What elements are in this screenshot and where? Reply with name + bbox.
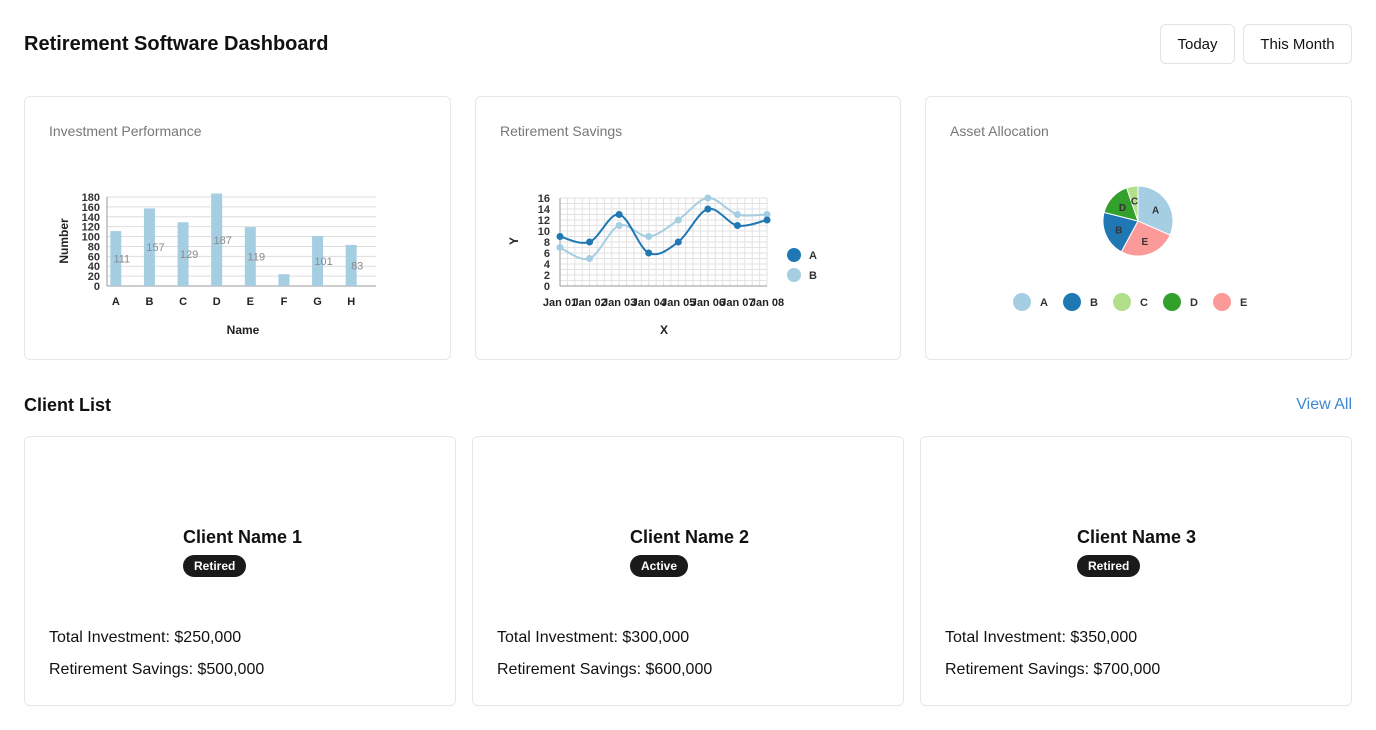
legend-label: B <box>809 270 817 282</box>
client-card[interactable]: Client Name 3 Retired Total Investment: … <box>920 436 1352 706</box>
data-point <box>615 211 623 218</box>
retirement-savings: Retirement Savings: $600,000 <box>497 661 713 678</box>
data-point <box>704 205 712 213</box>
x-tick-label: H <box>347 296 355 308</box>
x-tick-label: F <box>281 296 288 308</box>
pie-slice-label: B <box>1115 225 1122 236</box>
legend-swatch <box>787 268 801 282</box>
y-tick-label: 6 <box>544 248 550 260</box>
client-card[interactable]: Client Name 1 Retired Total Investment: … <box>24 436 456 706</box>
bar-data-label: 83 <box>351 260 363 272</box>
legend-swatch <box>787 248 801 262</box>
legend-swatch <box>1013 293 1031 311</box>
pie-slice-label: E <box>1141 237 1148 248</box>
data-point <box>645 233 653 240</box>
client-name: Client Name 1 <box>183 527 303 547</box>
bar-data-label: 111 <box>113 254 130 266</box>
bar-data-label: 129 <box>180 249 198 261</box>
view-all-link[interactable]: View All <box>1296 396 1352 414</box>
client-list-title: Client List <box>24 395 112 415</box>
client-name: Client Name 3 <box>1077 527 1197 547</box>
data-point <box>645 249 653 257</box>
data-point <box>674 216 682 224</box>
allocation-pie-chart: AEBDCA B C D E <box>1013 185 1247 311</box>
data-point <box>674 238 682 246</box>
x-axis-title: X <box>660 323 668 337</box>
data-point <box>763 216 771 224</box>
x-tick-label: E <box>247 296 254 308</box>
bar-data-label: 157 <box>146 242 164 254</box>
investment-bar-chart: 020406080100120140160180A111B157C129D187… <box>57 192 376 337</box>
y-axis-title: Number <box>57 218 71 264</box>
today-button[interactable]: Today <box>1160 24 1235 64</box>
client-card[interactable]: Client Name 2 Active Total Investment: $… <box>472 436 904 706</box>
x-tick-label: B <box>145 296 153 308</box>
legend-label: B <box>1090 297 1098 309</box>
dashboard-header: Retirement Software Dashboard Today This… <box>24 24 1352 64</box>
data-point <box>733 222 741 229</box>
data-point <box>556 233 564 240</box>
total-investment: Total Investment: $350,000 <box>945 629 1138 646</box>
x-tick-label: C <box>179 296 187 308</box>
page-title: Retirement Software Dashboard <box>24 33 329 55</box>
savings-line-chart: 0246810121416Jan 01Jan 02Jan 03Jan 04Jan… <box>507 193 817 337</box>
data-point <box>586 238 594 246</box>
y-tick-label: 8 <box>544 237 550 249</box>
legend-label: D <box>1190 297 1198 309</box>
y-axis-title: Y <box>507 237 521 245</box>
legend-label: A <box>1040 297 1048 309</box>
y-tick-label: 2 <box>544 270 550 282</box>
this-month-button[interactable]: This Month <box>1243 24 1352 64</box>
bar <box>278 274 290 286</box>
legend-label: E <box>1240 297 1247 309</box>
client-name: Client Name 2 <box>630 527 750 547</box>
pie-slice-label: D <box>1119 203 1126 214</box>
pie-slice-label: C <box>1131 196 1138 207</box>
status-badge: Retired <box>183 555 247 577</box>
legend-swatch <box>1163 293 1181 311</box>
total-investment: Total Investment: $250,000 <box>49 629 242 646</box>
retirement-savings: Retirement Savings: $700,000 <box>945 661 1161 678</box>
pie-slice-label: A <box>1152 206 1159 217</box>
y-tick-label: 180 <box>82 192 100 204</box>
x-tick-label: D <box>213 296 221 308</box>
x-tick-label: Jan 08 <box>750 297 784 309</box>
bar-data-label: 119 <box>248 252 266 264</box>
bar-data-label: 101 <box>314 256 332 268</box>
legend-swatch <box>1213 293 1231 311</box>
y-tick-label: 0 <box>544 281 550 293</box>
y-tick-label: 16 <box>538 193 550 205</box>
y-tick-label: 14 <box>538 204 551 216</box>
data-point <box>733 211 741 218</box>
retirement-savings: Retirement Savings: $500,000 <box>49 661 265 678</box>
x-axis-title: Name <box>227 323 260 337</box>
y-tick-label: 10 <box>538 226 550 238</box>
data-point <box>556 244 564 251</box>
investment-performance-card: Investment Performance 0 20 40 60 80 100 120 14… <box>24 96 451 360</box>
legend-label: A <box>809 250 817 262</box>
y-tick-label: 12 <box>538 215 550 227</box>
legend-swatch <box>1063 293 1081 311</box>
status-badge: Retired <box>1077 555 1141 577</box>
data-point <box>704 194 712 202</box>
asset-allocation-card: Asset Allocation AEBDCABCDE <box>925 96 1352 360</box>
legend-label: C <box>1140 297 1148 309</box>
data-point <box>586 255 594 262</box>
y-tick-label: 4 <box>544 259 551 271</box>
bar-data-label: 187 <box>214 235 232 247</box>
legend-swatch <box>1113 293 1131 311</box>
retirement-savings-card: Retirement Savings 0 2 4 6 8 10 12 14 16 Jan 01 Ja… <box>475 96 901 360</box>
status-badge: Active <box>630 555 689 577</box>
x-tick-label: G <box>313 296 322 308</box>
data-point <box>615 222 623 229</box>
total-investment: Total Investment: $300,000 <box>497 629 690 646</box>
x-tick-label: A <box>112 296 120 308</box>
